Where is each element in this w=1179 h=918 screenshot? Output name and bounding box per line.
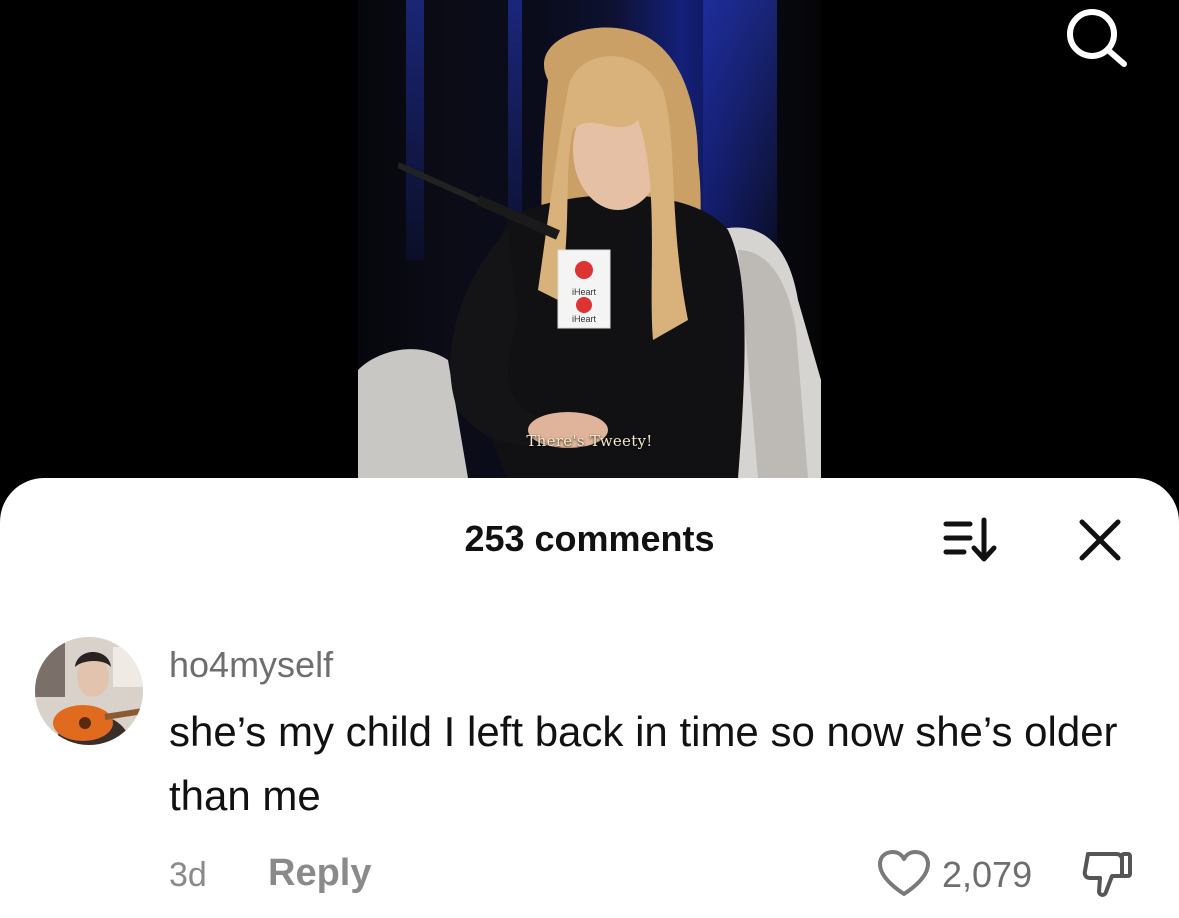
speaker-image: iHeart iHeart (398, 27, 745, 478)
sort-button[interactable] (940, 514, 1000, 566)
close-button[interactable] (1074, 514, 1126, 566)
comments-count: 253 comments (464, 518, 715, 559)
search-button[interactable] (1060, 4, 1132, 68)
avatar[interactable] (35, 637, 143, 745)
like-count: 2,079 (942, 854, 1033, 895)
svg-text:iHeart: iHeart (572, 287, 597, 297)
comments-sheet: 253 comments ho4myself she’s my child I … (0, 478, 1179, 918)
comment-username[interactable]: ho4myself (169, 644, 333, 686)
reply-button[interactable]: Reply (268, 852, 371, 895)
comment-item: ho4myself she’s my child I left back in … (0, 628, 1179, 918)
svg-text:iHeart: iHeart (572, 314, 597, 324)
screen: iHeart iHeart There's Tweety! 253 commen… (0, 0, 1179, 918)
comment-text: she’s my child I left back in time so no… (169, 708, 1118, 819)
video-subtitle: There's Tweety! (526, 432, 653, 450)
comments-header: 253 comments (0, 478, 1179, 598)
dislike-button[interactable] (1080, 846, 1136, 902)
search-icon (1067, 9, 1127, 67)
comment-timestamp: 3d (169, 856, 207, 894)
video-frame[interactable]: iHeart iHeart There's Tweety! (358, 0, 821, 478)
like-button[interactable] (876, 848, 932, 900)
thumbs-down-icon (1082, 852, 1132, 897)
video-player[interactable]: iHeart iHeart There's Tweety! (0, 0, 1179, 520)
sort-icon (943, 517, 997, 562)
close-icon (1079, 519, 1121, 561)
avatar-image (35, 637, 143, 745)
heart-icon (878, 850, 930, 896)
